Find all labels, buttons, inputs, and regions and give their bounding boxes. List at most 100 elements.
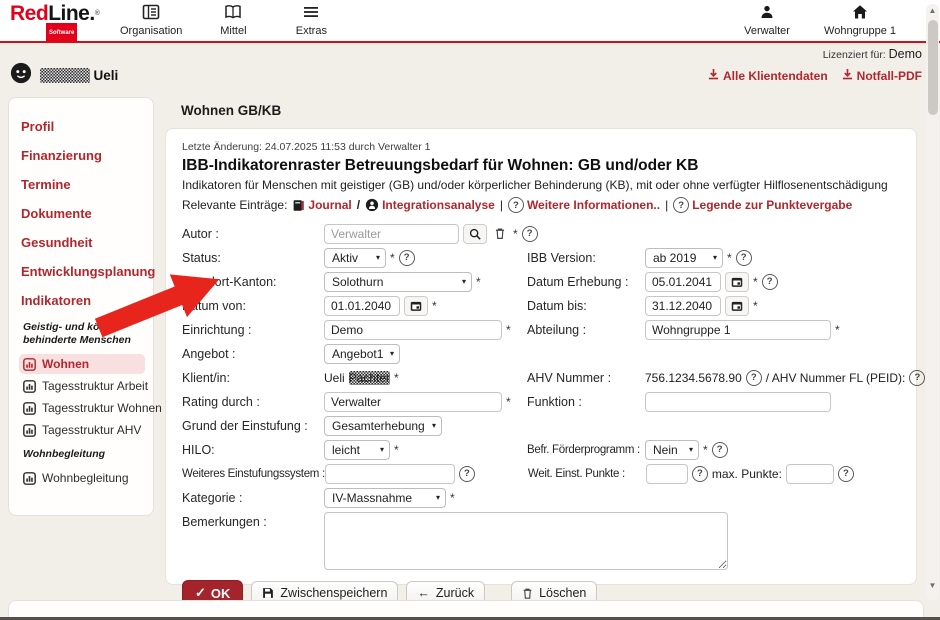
datum-von-input[interactable] <box>324 296 400 316</box>
row-rating-funktion: Rating durch : * Funktion : <box>182 390 900 413</box>
journal-link[interactable]: Journal <box>292 198 351 212</box>
chevron-down-icon: ▾ <box>390 349 394 358</box>
help-icon[interactable]: ? <box>459 466 475 482</box>
row-von-bis: Datum von: * Datum bis: * <box>182 294 900 317</box>
scrollbar[interactable]: ▲ ▼ <box>926 4 939 600</box>
avatar <box>10 62 32 89</box>
grund-einstufung-select[interactable]: Gesamterhebung▾ <box>324 416 442 436</box>
row-hilo-befr: HILO: leicht▾ * Befr. Förderprogramm : N… <box>182 438 900 461</box>
calendar-button[interactable] <box>404 296 428 316</box>
search-button[interactable] <box>463 224 487 244</box>
required-marker: * <box>753 275 758 289</box>
help-icon[interactable]: ? <box>399 250 415 266</box>
calendar-button[interactable] <box>725 272 749 292</box>
sidebar-item-wohnen[interactable]: Wohnen <box>19 354 145 374</box>
sidebar-item-gesundheit[interactable]: Gesundheit <box>21 234 145 251</box>
required-marker: * <box>727 251 732 265</box>
bemerkungen-textarea[interactable] <box>324 512 728 570</box>
funktion-input[interactable] <box>645 392 831 412</box>
menu-item-mittel[interactable]: Mittel <box>206 4 260 37</box>
datum-erhebung-input[interactable] <box>645 272 721 292</box>
hilo-select[interactable]: leicht▾ <box>324 440 390 460</box>
help-icon[interactable]: ? <box>736 250 752 266</box>
sidebar-item-tagesstruktur-arbeit[interactable]: Tagesstruktur Arbeit <box>19 376 145 396</box>
klient-value: Ueli <box>324 371 345 385</box>
abteilung-label: Abteilung : <box>527 323 645 337</box>
sidebar-item-entwicklungsplanung[interactable]: Entwicklungsplanung <box>21 263 145 280</box>
client-name-visible: Ueli <box>94 68 119 83</box>
sidebar-item-termine[interactable]: Termine <box>21 176 145 193</box>
weit-einst-punkte-input[interactable] <box>646 464 688 484</box>
required-marker: * <box>450 491 455 505</box>
legende-punktevergabe-link[interactable]: ? Legende zur Punktevergabe <box>673 197 852 213</box>
weitere-informationen-link[interactable]: ? Weitere Informationen.. <box>508 197 660 213</box>
clear-author-button[interactable] <box>491 227 509 240</box>
scroll-up-arrow[interactable]: ▲ <box>926 6 939 15</box>
rating-durch-input[interactable] <box>324 392 502 412</box>
status-select[interactable]: Aktiv▾ <box>324 248 386 268</box>
max-punkte-label: max. Punkte: <box>712 467 782 481</box>
scroll-down-arrow[interactable]: ▼ <box>926 581 939 590</box>
chevron-down-icon: ▾ <box>376 253 380 262</box>
abteilung-input[interactable] <box>645 320 831 340</box>
download-icon <box>708 68 719 83</box>
required-marker: * <box>513 227 518 241</box>
autor-input[interactable] <box>324 224 459 244</box>
user-menu-verwalter[interactable]: Verwalter <box>740 4 794 37</box>
row-klient-ahv: Klient/in: Ueli Pachter * AHV Nummer : 7… <box>182 366 900 389</box>
required-marker: * <box>394 371 399 385</box>
license-label: Lizenziert für: <box>823 49 886 61</box>
hamburger-icon <box>302 4 320 23</box>
sidebar-item-wohnbegleitung[interactable]: Wohnbegleitung <box>19 468 145 488</box>
sidebar-item-finanzierung[interactable]: Finanzierung <box>21 147 145 164</box>
logo-tagline: Software <box>46 23 77 43</box>
redline-logo: RedLine.® Software <box>10 4 99 43</box>
help-icon[interactable]: ? <box>838 466 854 482</box>
help-icon: ? <box>673 197 689 213</box>
row-kanton-erhebung: Standort-Kanton: Solothurn▾ * Datum Erhe… <box>182 270 900 293</box>
help-icon[interactable]: ? <box>712 442 728 458</box>
workspace-menu-wohngruppe[interactable]: Wohngruppe 1 <box>824 4 896 37</box>
befr-foerderprogramm-select[interactable]: Nein▾ <box>645 440 699 460</box>
datum-bis-input[interactable] <box>645 296 721 316</box>
max-punkte-input[interactable] <box>786 464 834 484</box>
sidebar-item-indikatoren[interactable]: Indikatoren <box>21 292 145 309</box>
help-icon[interactable]: ? <box>746 370 762 386</box>
calendar-button[interactable] <box>725 296 749 316</box>
menu-item-organisation[interactable]: Organisation <box>120 4 182 37</box>
sidebar-item-dokumente[interactable]: Dokumente <box>21 205 145 222</box>
sidebar-item-profil[interactable]: Profil <box>21 118 145 135</box>
kategorie-select[interactable]: IV-Massnahme▾ <box>324 488 446 508</box>
client-identity[interactable]: Pachter Ueli <box>10 62 118 89</box>
person-icon <box>759 4 775 23</box>
help-icon[interactable]: ? <box>762 274 778 290</box>
einrichtung-input[interactable] <box>324 320 502 340</box>
help-icon[interactable]: ? <box>522 226 538 242</box>
sidebar-item-tagesstruktur-wohnen[interactable]: Tagesstruktur Wohnen <box>19 398 145 418</box>
last-change-text: Letzte Änderung: 24.07.2025 11:53 durch … <box>182 141 900 153</box>
sidebar-section-wohnbegleitung: Wohnbegleitung <box>23 448 145 461</box>
scrollbar-thumb[interactable] <box>928 20 938 115</box>
all-client-data-link[interactable]: Alle Klientendaten <box>708 68 828 83</box>
required-marker: * <box>506 323 511 337</box>
ibb-version-select[interactable]: ab 2019▾ <box>645 248 723 268</box>
weiteres-einstufungssystem-input[interactable] <box>325 464 455 484</box>
angebot-select[interactable]: Angebot1▾ <box>324 344 400 364</box>
help-icon[interactable]: ? <box>692 466 708 482</box>
sidebar-item-tagesstruktur-ahv[interactable]: Tagesstruktur AHV <box>19 420 145 440</box>
chevron-down-icon: ▾ <box>436 493 440 502</box>
relevant-entries-row: Relevante Einträge: Journal / Integratio… <box>182 197 900 213</box>
standort-kanton-select[interactable]: Solothurn▾ <box>324 272 472 292</box>
form-fields: Autor : * ? Status: Aktiv▾ * ? IBB Versi… <box>182 222 900 570</box>
ahv-fl-label: / AHV Nummer FL (PEID): <box>766 371 906 385</box>
datum-bis-label: Datum bis: <box>527 299 645 313</box>
bar-chart-icon <box>23 402 36 415</box>
row-kategorie: Kategorie : IV-Massnahme▾ * <box>182 486 900 509</box>
top-navigation-bar: RedLine.® Software Organisation Mittel E… <box>0 0 940 41</box>
help-icon[interactable]: ? <box>909 370 925 386</box>
integrationsanalyse-link[interactable]: Integrationsanalyse <box>365 198 495 212</box>
floppy-icon <box>262 587 274 599</box>
chevron-down-icon: ▾ <box>689 445 693 454</box>
menu-item-extras[interactable]: Extras <box>284 4 338 37</box>
notfall-pdf-link[interactable]: Notfall-PDF <box>842 68 922 83</box>
